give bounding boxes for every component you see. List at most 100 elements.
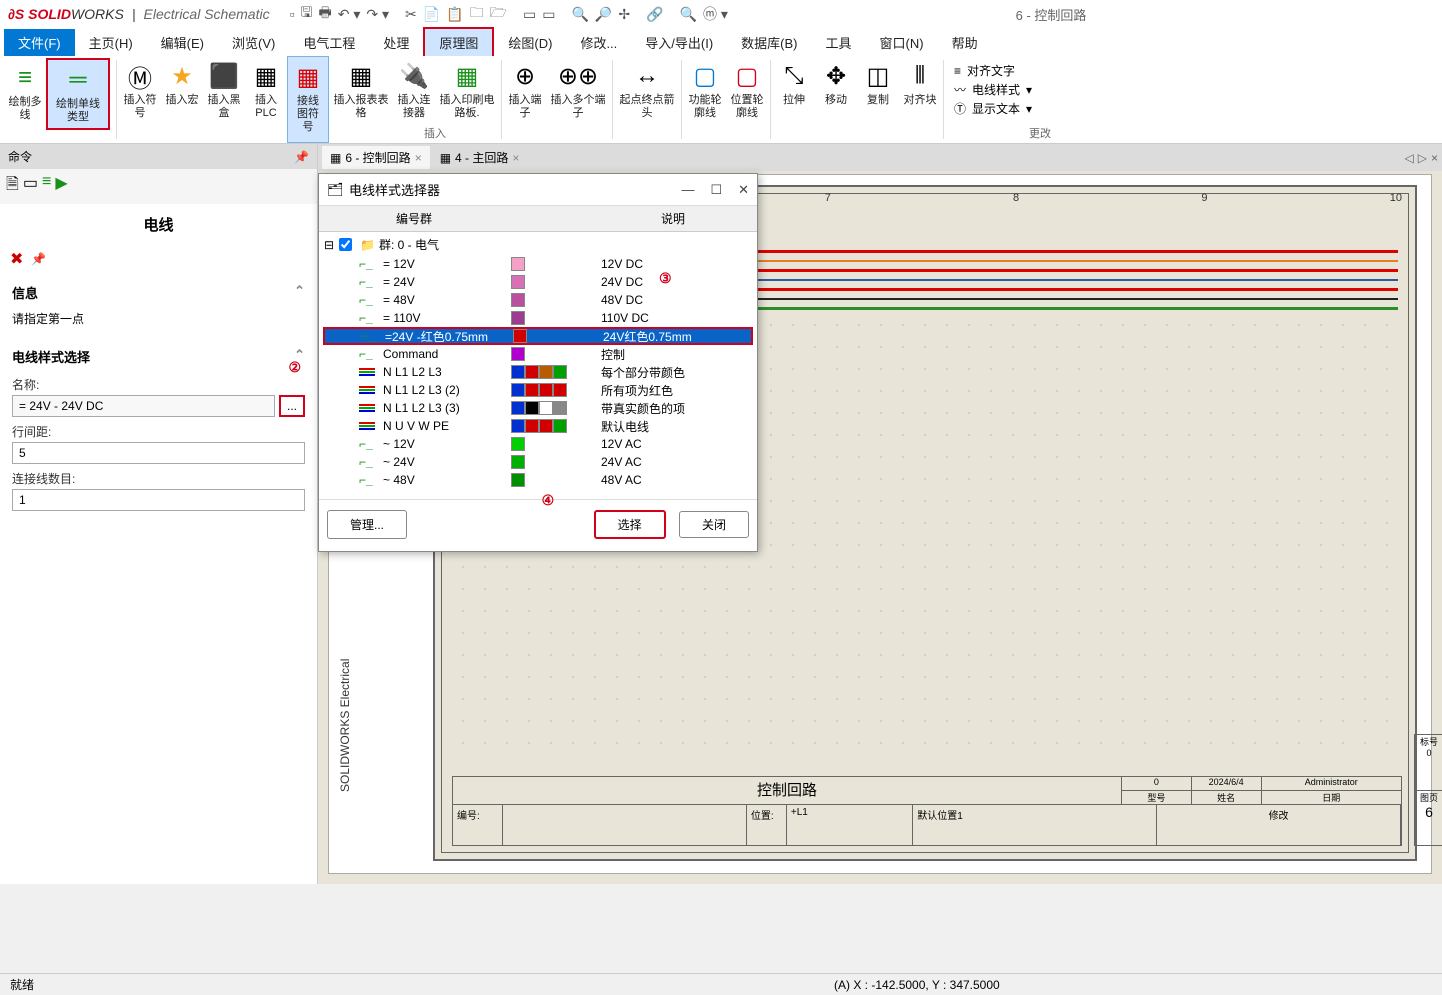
menu-window[interactable]: 窗口(N) (866, 29, 938, 56)
qat-tool3-icon[interactable]: ▭ (542, 6, 555, 23)
menu-edit[interactable]: 编辑(E) (147, 29, 218, 56)
menu-help[interactable]: 帮助 (938, 29, 992, 56)
ribbon-origin-point[interactable]: ↔起点终点箭头 (615, 56, 679, 143)
ribbon-draw-single[interactable]: ═ 绘制单线类型 (46, 58, 110, 130)
close-icon[interactable]: × (415, 151, 422, 165)
wire-style-item[interactable]: ⌐_Command控制 (323, 345, 753, 363)
panel-tool3-icon[interactable]: ≡ (42, 173, 51, 200)
tab-close-icon[interactable]: × (1431, 151, 1438, 165)
wire-style-item[interactable]: ⌐_= 110V110V DC (323, 309, 753, 327)
qat-tool2-icon[interactable]: 🗁 (490, 2, 507, 26)
tree-root[interactable]: ⊟ 📁 群: 0 - 电气 (323, 234, 753, 255)
qat-tool1-icon[interactable]: 🗀 (470, 2, 484, 26)
ribbon-wire-style[interactable]: 〰电线样式▾ (954, 81, 1032, 98)
qat-print-icon[interactable]: 🖶 (318, 2, 331, 26)
wire-type-icon: ⌐_ (359, 348, 377, 360)
expand-icon[interactable]: ⊟ (323, 238, 335, 252)
wire-style-item[interactable]: ⌐_= 48V48V DC (323, 291, 753, 309)
ribbon-align-text[interactable]: ≡对齐文字 (954, 62, 1032, 79)
pin-icon[interactable]: 📌 (294, 150, 309, 164)
menu-elec[interactable]: 电气工程 (289, 29, 369, 56)
name-field[interactable]: = 24V - 24V DC (12, 395, 275, 417)
menu-importexport[interactable]: 导入/导出(I) (631, 29, 727, 56)
wire-style-item[interactable]: N L1 L2 L3 (2)所有项为红色 (323, 381, 753, 399)
ribbon-insert-multi-terminal[interactable]: ⊕⊕插入多个端子 (546, 56, 610, 143)
ribbon-insert-macro[interactable]: ★插入宏 (161, 56, 203, 143)
qat-cut-icon[interactable]: ✂ (405, 6, 417, 23)
qat-more-icon[interactable]: ⓜ ▾ (703, 4, 728, 24)
menu-process[interactable]: 处理 (369, 29, 423, 56)
ribbon-pos-outline[interactable]: ▢位置轮廓线 (726, 56, 768, 143)
qat-paste-icon[interactable]: 📋 (446, 6, 463, 23)
menu-modify[interactable]: 修改... (566, 29, 631, 56)
menu-schematic[interactable]: 原理图 (423, 27, 494, 58)
close-dialog-icon[interactable]: ✕ (738, 182, 749, 198)
count-field[interactable] (12, 489, 305, 511)
manage-button[interactable]: 管理... (327, 510, 407, 539)
ribbon-align[interactable]: ⫴对齐块 (899, 56, 941, 143)
collapse-icon[interactable]: ⌃ (294, 283, 305, 302)
select-button[interactable]: 选择 (594, 510, 666, 539)
panel-heading: 电线 (0, 204, 317, 245)
maximize-icon[interactable]: ☐ (710, 182, 722, 198)
panel-play-icon[interactable]: ▶ (55, 173, 67, 200)
tab-next-icon[interactable]: ▷ (1418, 151, 1427, 165)
qat-fit-icon[interactable]: ✢ (618, 6, 630, 23)
qat-zoom2-icon[interactable]: 🔎 (595, 6, 612, 23)
menu-file[interactable]: 文件(F) (4, 29, 75, 56)
tab-prev-icon[interactable]: ◁ (1405, 151, 1414, 165)
qat-copy-icon[interactable]: 📄 (423, 6, 440, 23)
panel-tool1-icon[interactable]: 🗎 (6, 173, 19, 200)
ribbon-copy[interactable]: ◫复制 (857, 56, 899, 143)
cancel-icon[interactable]: ✖ (10, 249, 23, 269)
wire-style-item[interactable]: ⌐_= 12V12V DC (323, 255, 753, 273)
qat-rect-icon[interactable]: ▭ (523, 6, 536, 23)
ribbon-insert-plc[interactable]: ▦插入PLC (245, 56, 287, 143)
spacing-field[interactable] (12, 442, 305, 464)
qat-search-icon[interactable]: 🔍 (680, 6, 697, 23)
ribbon-wire-symbol[interactable]: ▦接线图符号 (287, 56, 329, 143)
menu-tools[interactable]: 工具 (812, 29, 866, 56)
menu-browse[interactable]: 浏览(V) (218, 29, 289, 56)
close-button[interactable]: 关闭 (679, 511, 749, 538)
ribbon-show-text[interactable]: Ⓣ显示文本▾ (954, 100, 1032, 117)
menu-home[interactable]: 主页(H) (75, 29, 147, 56)
menu-database[interactable]: 数据库(B) (727, 29, 811, 56)
qat-new-icon[interactable]: ▫ (290, 6, 295, 22)
wirestyle-icon: 〰 (954, 81, 966, 98)
qat-redo-icon[interactable]: ↷ ▾ (366, 6, 389, 23)
ribbon-func-outline[interactable]: ▢功能轮廓线 (684, 56, 726, 143)
wire-style-item[interactable]: ⌐_~ 12V12V AC (323, 435, 753, 453)
minimize-icon[interactable]: — (681, 182, 694, 198)
ribbon-insert-blackbox[interactable]: ⬛插入黑盒 (203, 56, 245, 143)
wire-style-item[interactable]: ⌐_~ 48V48V AC (323, 471, 753, 489)
qat-link-icon[interactable]: 🔗 (646, 6, 663, 23)
ribbon-move[interactable]: ✥移动 (815, 56, 857, 143)
panel-tool2-icon[interactable]: ▭ (23, 173, 38, 200)
qat-zoom-icon[interactable]: 🔍 (571, 6, 588, 23)
ribbon-draw-multi[interactable]: ≡ 绘制多线 (4, 58, 46, 130)
wire-style-item[interactable]: N L1 L2 L3每个部分带颜色 (323, 363, 753, 381)
dialog-titlebar[interactable]: 🗂 电线样式选择器 — ☐ ✕ (319, 174, 757, 206)
wire-style-item[interactable]: ⌐_~ 24V24V AC (323, 453, 753, 471)
ribbon-stretch[interactable]: ⤡拉伸 (773, 56, 815, 143)
ribbon-insert-symbol[interactable]: Ⓜ插入符号 (119, 56, 161, 143)
wire-style-item[interactable]: ⌐_=24V -红色0.75mm24V红色0.75mm (323, 327, 753, 345)
lock-icon[interactable]: 📌 (31, 252, 46, 266)
wire-style-item[interactable]: N L1 L2 L3 (3)带真实颜色的项 (323, 399, 753, 417)
copy-icon: ◫ (862, 60, 894, 92)
qat-undo-icon[interactable]: ↶ ▾ (338, 6, 361, 23)
wire-style-desc: 110V DC (601, 311, 753, 325)
wire-style-item[interactable]: N U V W PE默认电线 (323, 417, 753, 435)
menu-drawing[interactable]: 绘图(D) (494, 29, 566, 56)
ribbon-insert-terminal[interactable]: ⊕插入端子 (504, 56, 546, 143)
tab-main-circuit[interactable]: ▦4 - 主回路× (432, 146, 528, 169)
tab-control-circuit[interactable]: ▦6 - 控制回路× (322, 146, 430, 169)
color-swatches (511, 293, 601, 307)
close-icon[interactable]: × (512, 151, 519, 165)
qat-save-icon[interactable]: 🖫 (301, 2, 313, 26)
wire-style-item[interactable]: ⌐_= 24V24V DC (323, 273, 753, 291)
root-checkbox[interactable] (339, 238, 352, 251)
browse-button[interactable]: ... (279, 395, 305, 417)
wire-style-name: =24V -红色0.75mm (385, 328, 513, 345)
